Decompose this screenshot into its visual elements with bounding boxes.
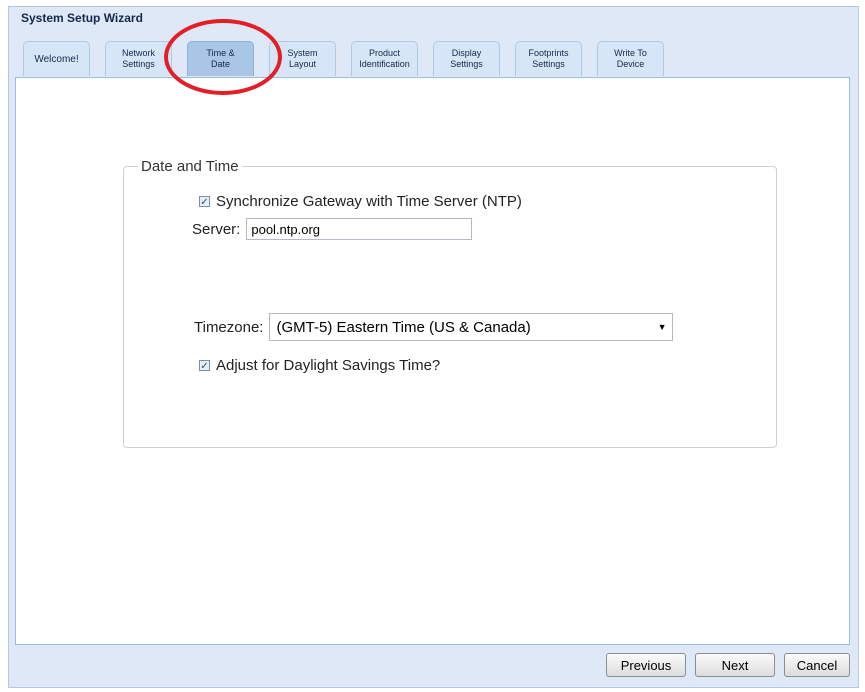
sync-label: Synchronize Gateway with Time Server (NT… (216, 193, 522, 210)
timezone-row: Timezone: (GMT-5) Eastern Time (US & Can… (194, 313, 674, 341)
tab-label: Network Settings (121, 48, 155, 69)
timezone-label: Timezone: (194, 318, 264, 336)
tab-label: Display Settings (450, 48, 483, 69)
tab-footprints-settings[interactable]: Footprints Settings (515, 41, 582, 76)
cancel-button[interactable]: Cancel (784, 653, 850, 677)
tab-label: Product Identification (359, 48, 410, 69)
next-button[interactable]: Next (695, 653, 775, 677)
timezone-value: (GMT-5) Eastern Time (US & Canada) (276, 318, 531, 336)
tab-label: Write To Device (614, 48, 647, 69)
tab-bar: Welcome! Network Settings Time & Date Sy… (9, 37, 858, 79)
previous-button[interactable]: Previous (606, 653, 686, 677)
timezone-select[interactable]: (GMT-5) Eastern Time (US & Canada) ▼ (269, 313, 674, 341)
server-label: Server: (192, 220, 241, 238)
wizard-window: System Setup Wizard Welcome! Network Set… (8, 6, 859, 688)
fieldset-legend: Date and Time (138, 158, 242, 175)
tab-display-settings[interactable]: Display Settings (433, 41, 500, 76)
tab-label: Footprints Settings (528, 48, 569, 69)
window-title: System Setup Wizard (21, 11, 143, 25)
tab-label: Welcome! (34, 53, 79, 65)
chevron-down-icon: ▼ (657, 322, 667, 332)
tab-content-panel: Date and Time ✓ Synchronize Gateway with… (15, 77, 850, 645)
sync-row: ✓ Synchronize Gateway with Time Server (… (199, 193, 522, 210)
tab-write-to-device[interactable]: Write To Device (597, 41, 664, 76)
tab-label: Time & Date (206, 48, 235, 69)
dst-checkbox[interactable]: ✓ (199, 360, 210, 372)
tab-time-date[interactable]: Time & Date (187, 41, 254, 76)
tab-product-identification[interactable]: Product Identification (351, 41, 418, 76)
sync-checkbox[interactable]: ✓ (199, 196, 210, 208)
dst-row: ✓ Adjust for Daylight Savings Time? (199, 357, 440, 374)
tab-system-layout[interactable]: System Layout (269, 41, 336, 76)
tab-label: System Layout (287, 48, 318, 69)
date-time-fieldset: Date and Time ✓ Synchronize Gateway with… (123, 158, 777, 448)
dst-label: Adjust for Daylight Savings Time? (216, 357, 441, 374)
tab-welcome[interactable]: Welcome! (23, 41, 90, 76)
server-input[interactable] (246, 218, 473, 240)
tab-network-settings[interactable]: Network Settings (105, 41, 172, 76)
server-row: Server: (192, 218, 473, 240)
